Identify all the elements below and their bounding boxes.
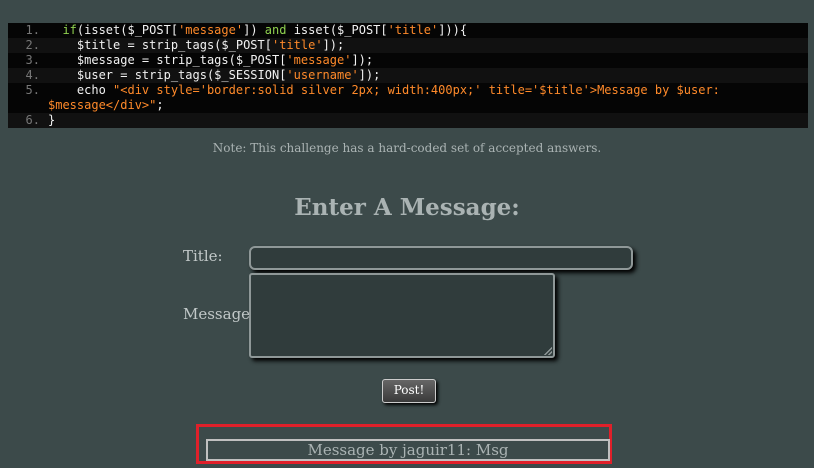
code-text: } [48, 113, 56, 127]
page-heading: Enter A Message: [294, 194, 520, 221]
line-number: 6. [25, 113, 40, 127]
code-text: if(isset($_POST['message']) and isset($_… [62, 23, 468, 37]
code-text: $user = strip_tags($_SESSION['username']… [48, 68, 381, 82]
posted-message: Message by jaguir11: Msg [206, 439, 610, 461]
line-number: 1. [25, 23, 40, 37]
code-line: 4. $user = strip_tags($_SESSION['usernam… [8, 68, 808, 83]
resize-grip-icon[interactable] [544, 347, 552, 355]
line-number: 5. [25, 83, 40, 97]
code-text: $title = strip_tags($_POST['title']); [48, 38, 345, 52]
code-line: 3. $message = strip_tags($_POST['message… [8, 53, 808, 68]
code-text: echo "<div style='border:solid silver 2p… [48, 83, 728, 112]
post-button[interactable]: Post! [382, 379, 436, 403]
code-listing: 1. if(isset($_POST['message']) and isset… [8, 23, 808, 128]
code-line: 1. if(isset($_POST['message']) and isset… [8, 23, 808, 38]
message-textarea[interactable] [249, 273, 555, 358]
code-line: 6. } [8, 113, 808, 128]
line-number: 4. [25, 68, 40, 82]
code-line: 5. echo "<div style='border:solid silver… [8, 83, 808, 113]
title-label: Title: [183, 247, 223, 265]
code-line: 2. $title = strip_tags($_POST['title']); [8, 38, 808, 53]
title-input[interactable] [249, 246, 633, 270]
line-number: 3. [25, 53, 40, 67]
message-label: Message: [183, 305, 256, 323]
line-number: 2. [25, 38, 40, 52]
code-text: $message = strip_tags($_POST['message'])… [48, 53, 374, 67]
challenge-note: Note: This challenge has a hard-coded se… [212, 141, 602, 155]
